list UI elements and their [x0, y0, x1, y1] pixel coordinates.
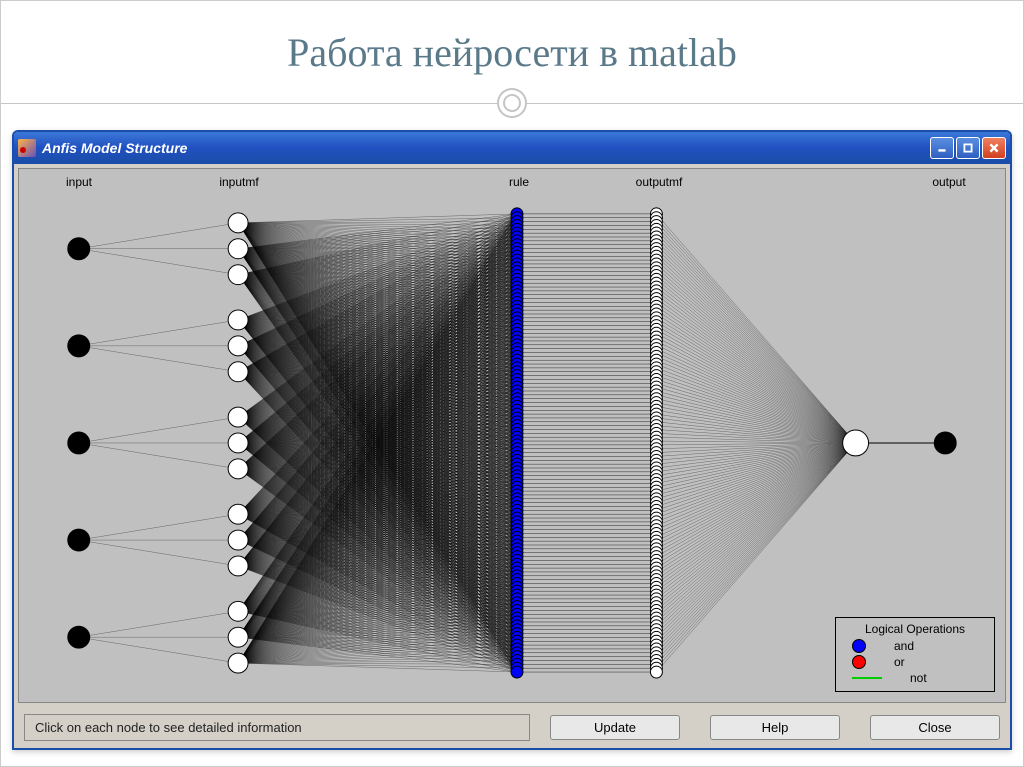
minimize-button[interactable]: [930, 137, 954, 159]
legend-or-dot: [852, 655, 866, 669]
bottom-bar: Click on each node to see detailed infor…: [14, 707, 1010, 747]
status-text: Click on each node to see detailed infor…: [24, 714, 530, 741]
close-button[interactable]: Close: [870, 715, 1000, 740]
label-inputmf: inputmf: [219, 175, 258, 189]
legend-title: Logical Operations: [842, 622, 988, 636]
legend-and-dot: [852, 639, 866, 653]
title-divider: [1, 88, 1023, 118]
slide-title: Работа нейросети в matlab: [287, 29, 737, 76]
help-button[interactable]: Help: [710, 715, 840, 740]
titlebar[interactable]: Anfis Model Structure: [14, 132, 1010, 164]
matlab-icon: [18, 139, 36, 157]
legend-or-label: or: [894, 655, 905, 669]
label-outputmf: outputmf: [636, 175, 683, 189]
close-window-button[interactable]: [982, 137, 1006, 159]
legend-not-line: [852, 677, 882, 679]
window-title: Anfis Model Structure: [42, 140, 930, 156]
matlab-window: Anfis Model Structure input inputmf rule…: [12, 130, 1012, 750]
update-button[interactable]: Update: [550, 715, 680, 740]
maximize-button[interactable]: [956, 137, 980, 159]
label-output: output: [932, 175, 965, 189]
legend-and-label: and: [894, 639, 914, 653]
legend: Logical Operations and or not: [835, 617, 995, 692]
label-rule: rule: [509, 175, 529, 189]
anfis-plot[interactable]: input inputmf rule outputmf output Logic…: [18, 168, 1006, 703]
legend-not-label: not: [910, 671, 927, 685]
label-input: input: [66, 175, 92, 189]
